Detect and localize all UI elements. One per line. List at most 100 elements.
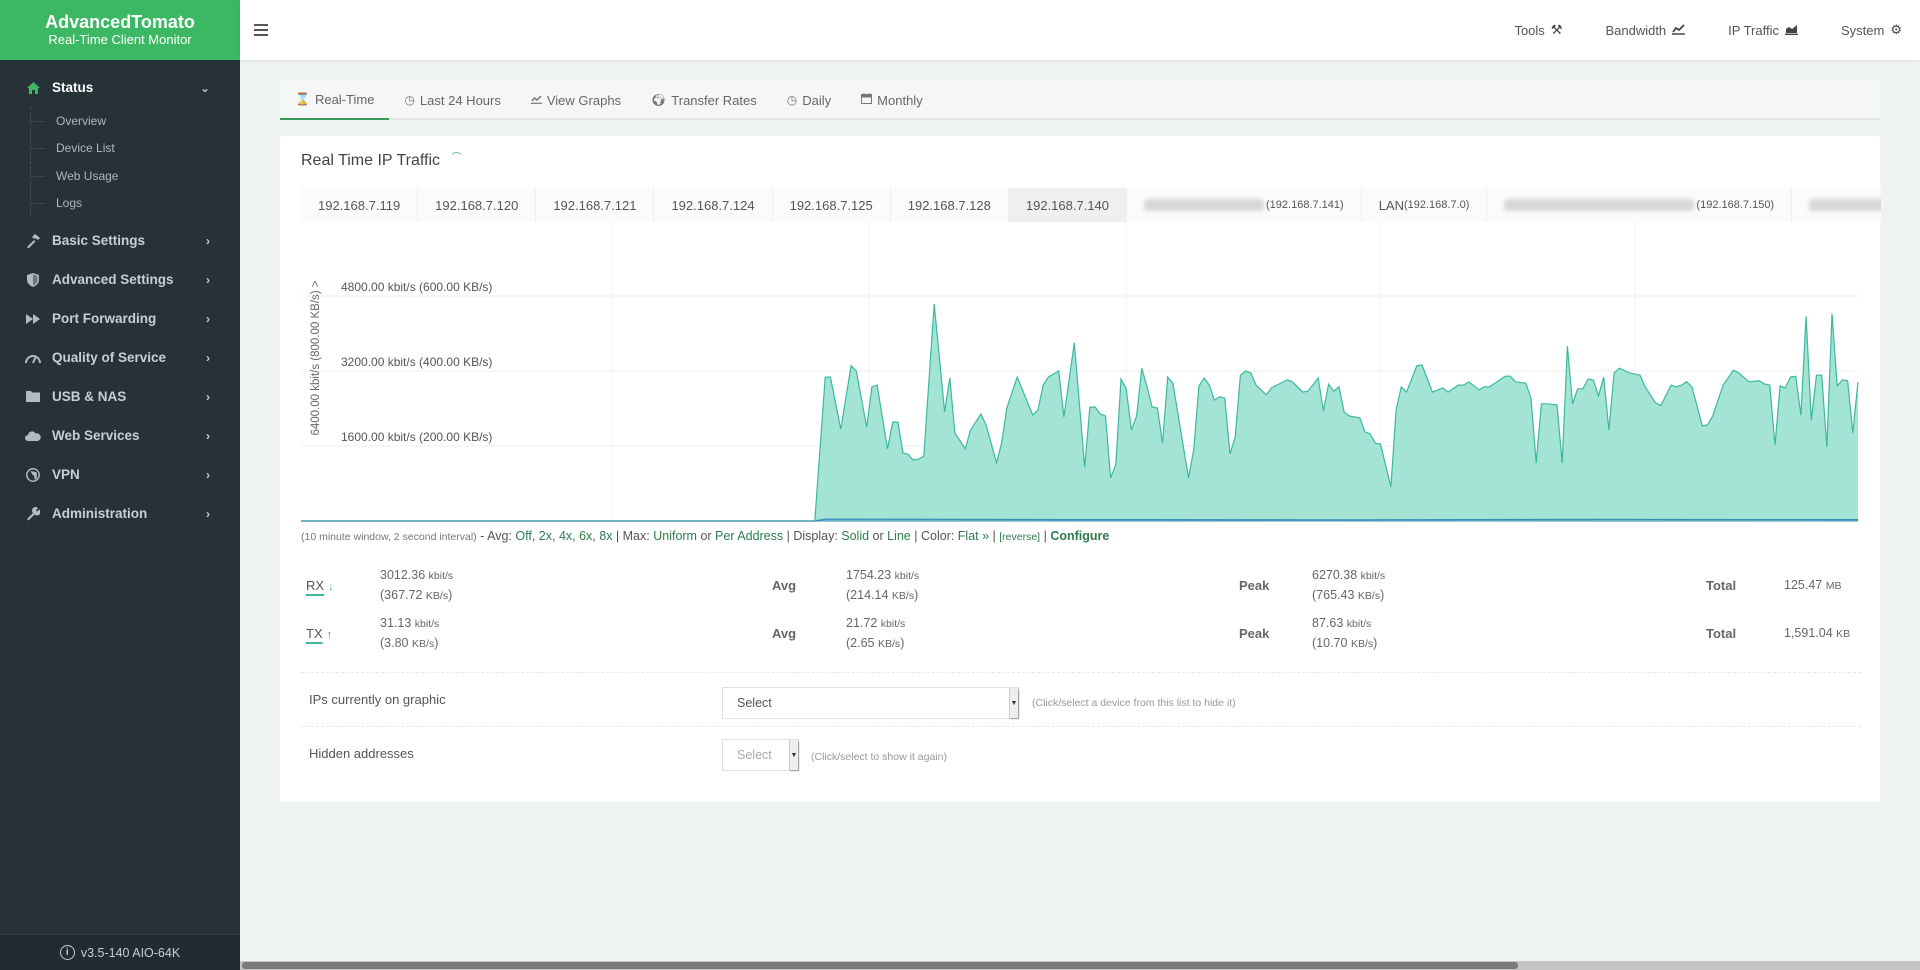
scrollbar-thumb[interactable] [242,962,1518,969]
shield-icon [24,272,42,287]
sidebar-item-vpn[interactable]: VPN › [0,455,240,494]
ip-tab-label: 192.168.7.120 [435,197,519,213]
sidebar-item-status[interactable]: Status ⌄ [0,68,240,107]
ip-tab[interactable]: 192.168.7.120 [418,188,537,222]
sidebar-item-label: Status [52,80,94,95]
brand-header[interactable]: AdvancedTomato Real-Time Client Monitor [0,0,240,60]
menu-toggle-icon[interactable] [254,24,268,36]
card-title-text: Real Time IP Traffic [301,152,441,169]
reverse-link[interactable]: [reverse] [999,531,1040,543]
tx-total-value: 1,591.04 KB [1784,626,1851,640]
series-area-rx [301,304,1858,521]
max-uniform-link[interactable]: Uniform [653,529,697,543]
sidebar-item-label: Basic Settings [52,233,146,248]
brand-title: AdvancedTomato [45,12,195,32]
avg-8x-link[interactable]: 8x [599,529,612,543]
chevron-right-icon: › [206,311,210,326]
sidebar-item-label: Web Services [52,428,140,443]
tab-transfer-rates[interactable]: 🌍︎ Transfer Rates [636,80,772,120]
tab-label: Monthly [877,92,923,108]
sidebar-item-administration[interactable]: Administration › [0,494,240,533]
sidebar-item-device-list[interactable]: Device List [30,134,240,162]
topnav-ip-traffic[interactable]: IP Traffic [1728,22,1798,38]
version-info: i v3.5-140 AIO-64K [0,934,240,970]
topnav-bandwidth[interactable]: Bandwidth [1605,22,1686,38]
ip-tab[interactable]: 192.168.7.119 [301,188,419,222]
avg-label: Avg [772,578,797,593]
topnav-system[interactable]: System ⚙ [1841,22,1902,38]
sidebar-item-web-services[interactable]: Web Services › [0,416,240,455]
cloud-icon [24,430,42,441]
sidebar-nav: Status ⌄ Overview Device List Web Usage … [0,60,240,533]
ips-on-graphic-select[interactable]: Select ▼ [722,687,1019,719]
avg-off-link[interactable]: Off [515,529,531,543]
max-per-address-link[interactable]: Per Address [715,529,783,543]
sidebar-item-quality-of-service[interactable]: Quality of Service › [0,338,240,377]
tab-monthly[interactable]: Monthly [846,80,938,120]
total-label: Total [1706,626,1737,641]
avg-4x-link[interactable]: 4x [559,529,572,543]
tx-current-value: 31.13 kbit/s (3.80 KB/s) [380,616,440,650]
display-solid-link[interactable]: Solid [841,529,869,543]
clock-icon: ◷ [404,93,415,107]
topnav-tools[interactable]: Tools ⚒ [1514,22,1562,38]
sidebar-item-web-usage[interactable]: Web Usage [30,162,240,190]
ip-tab[interactable]: 192.168.7.121 [536,188,655,222]
topnav-label: Tools [1514,22,1545,38]
tab-label: Real-Time [314,91,375,107]
tx-avg-value: 21.72 kbit/s (2.65 KB/s) [846,616,906,650]
chevron-right-icon: › [206,272,210,287]
sidebar-item-port-forwarding[interactable]: Port Forwarding › [0,299,240,338]
topnav-label: Bandwidth [1605,22,1667,38]
hidden-addresses-select[interactable]: Select ▼ [722,739,799,771]
tab-real-time[interactable]: ⌛ Real-Time [280,80,390,120]
ip-address-tabs: 192.168.7.119 192.168.7.120 192.168.7.121 1… [301,188,1881,222]
chevron-right-icon: › [206,428,210,443]
horizontal-scrollbar[interactable] [240,961,1920,970]
ip-tab-label: 192.168.7.119 [318,197,401,213]
chevron-right-icon: › [206,467,210,482]
sidebar-item-label: Administration [52,506,148,521]
info-icon: i [59,945,75,960]
sidebar-item-logs[interactable]: Logs [30,189,240,217]
rx-label: RX ↓ [306,578,334,593]
avg-2x-link[interactable]: 2x [539,529,552,543]
ip-tab-label: 192.168.7.128 [907,197,991,213]
color-flat-link[interactable]: Flat » [958,529,989,543]
tab-daily[interactable]: ◷ Daily [772,80,846,120]
ip-tab[interactable]: 192.168.7.128 [891,188,1009,222]
sidebar-item-basic-settings[interactable]: Basic Settings › [0,221,240,260]
display-line-link[interactable]: Line [887,529,911,543]
ip-tab[interactable]: (192.168.7.141) [1127,188,1362,222]
tab-label: Daily [802,92,832,108]
sidebar-item-overview[interactable]: Overview [30,107,240,135]
tab-view-graphs[interactable]: View Graphs [516,80,636,120]
avg-6x-link[interactable]: 6x [579,529,592,543]
ip-tab-label: 192.168.7.140 [1025,197,1110,213]
blurred-device-name [1809,199,1881,211]
arrow-up-icon: ↑ [326,629,333,641]
chevron-down-icon: ⌄ [199,80,210,95]
ip-tab[interactable]: LAN (192.168.7.0) [1362,188,1488,222]
dropdown-caret-icon: ▼ [789,740,798,770]
sidebar-item-label: USB & NAS [52,389,127,404]
version-text: v3.5-140 AIO-64K [80,945,181,960]
ip-tab-label: 192.168.7.121 [553,197,637,213]
ip-tab[interactable]: 192.168.7.124 [654,188,773,222]
wrench-icon [24,506,42,521]
folder-icon [24,391,42,402]
ip-tab[interactable]: 192.168.7.125 [773,188,891,222]
top-nav: Tools ⚒ Bandwidth IP Traffic System ⚙ [1471,22,1902,38]
ip-tab[interactable]: 192.168.7.140 [1008,188,1128,222]
sidebar-item-usb-nas[interactable]: USB & NAS › [0,377,240,416]
globe-icon: 🌍︎ [651,93,667,107]
sidebar-item-advanced-settings[interactable]: Advanced Settings › [0,260,240,299]
ip-tab[interactable]: (192.168.7.150) [1487,188,1793,222]
line-chart-icon [1672,23,1686,38]
configure-link[interactable]: Configure [1050,529,1109,543]
ip-tab[interactable]: (192.168.7.106) [1792,188,1881,222]
rx-total-value: 125.47 MB [1784,578,1842,592]
tab-last-24-hours[interactable]: ◷ Last 24 Hours [389,80,515,120]
ip-tab-address: (192.168.7.150) [1696,199,1775,211]
ip-tab-label: 192.168.7.124 [671,197,755,213]
